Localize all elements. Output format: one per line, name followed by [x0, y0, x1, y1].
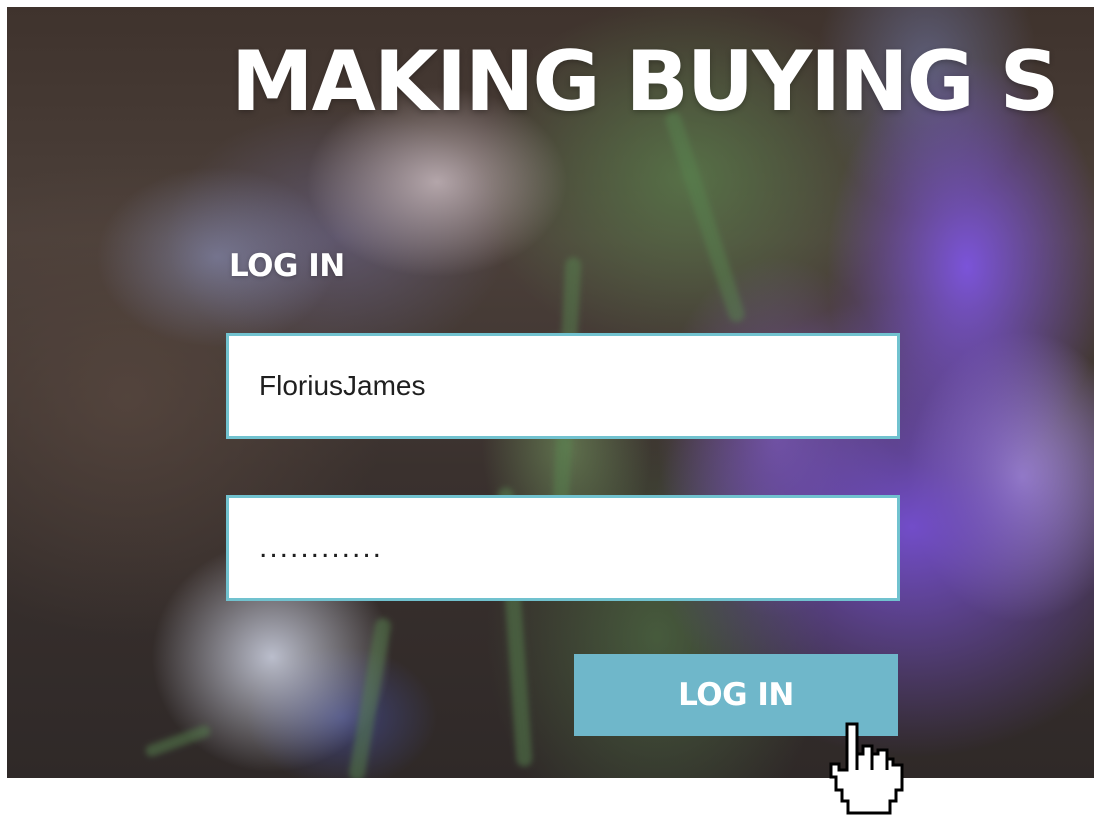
- username-input[interactable]: [226, 333, 900, 439]
- hero-headline: MAKING BUYING S: [231, 33, 1059, 130]
- background-stem: [663, 109, 747, 325]
- screen: MAKING BUYING S LOG IN LOG IN: [0, 0, 1094, 815]
- login-title: LOG IN: [229, 248, 345, 284]
- password-input[interactable]: [226, 495, 900, 601]
- login-button[interactable]: LOG IN: [574, 654, 898, 736]
- background-stem: [347, 616, 393, 778]
- background-stem: [143, 723, 213, 759]
